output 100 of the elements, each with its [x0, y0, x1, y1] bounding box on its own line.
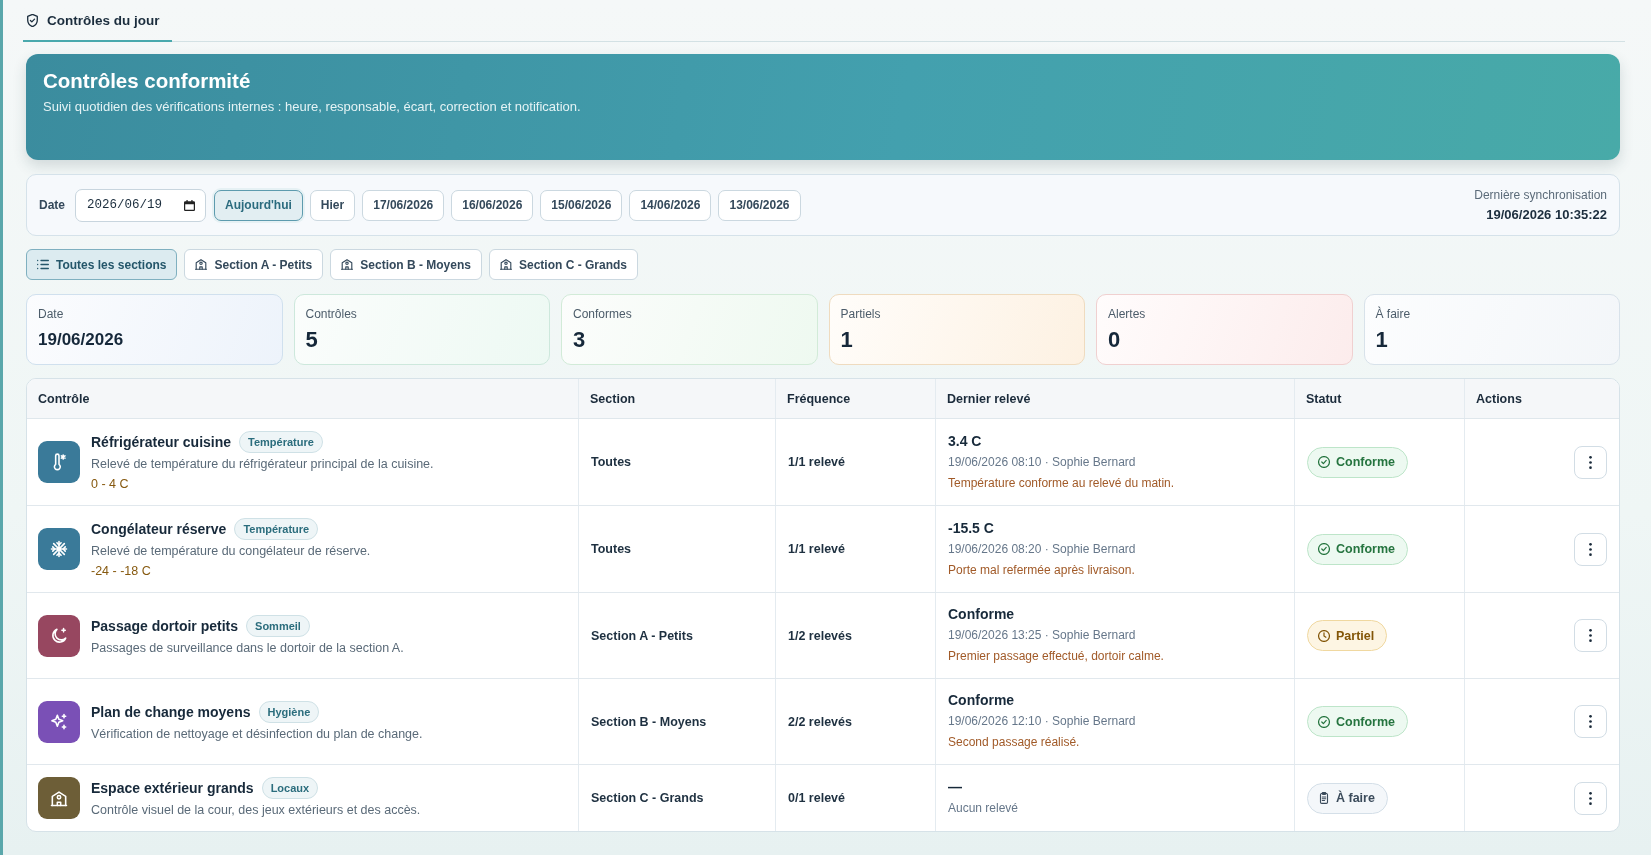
- section-name: Section A - Petits: [591, 628, 693, 643]
- column-header: Section: [590, 391, 636, 406]
- control-name: Plan de change moyens: [91, 703, 251, 720]
- frequency-text: 1/1 relevé: [788, 542, 845, 556]
- page-tab[interactable]: Contrôles du jour: [23, 0, 172, 42]
- last-reading-meta: 19/06/2026 12:10 · Sophie Bernard: [948, 713, 1136, 730]
- control-description: Contrôle visuel de la cour, des jeux extérieurs et des accès.: [91, 802, 421, 819]
- quick-date-button[interactable]: 17/06/2026: [362, 189, 445, 221]
- section-filter[interactable]: Section A - Petits: [184, 249, 324, 280]
- control-name: Congélateur réserve: [91, 521, 227, 537]
- last-reading-value: 3.4 C: [948, 431, 982, 451]
- row-actions-button[interactable]: [1574, 445, 1607, 479]
- page-subtitle: Suivi quotidien des vérifications internes : heure, responsable, écart, correction et notification.: [43, 99, 582, 114]
- more-icon: [1589, 715, 1592, 728]
- control-description: Relevé de température du congélateur de réserve.: [91, 543, 371, 560]
- last-reading-value: —: [948, 778, 962, 797]
- section-name: Toutes: [591, 455, 632, 469]
- status-badge: Partiel: [1307, 620, 1388, 651]
- section-filter[interactable]: Toutes les sections: [26, 249, 178, 280]
- category-tag: Hygiène: [258, 700, 320, 723]
- sync-label: Dernière synchronisation: [1474, 188, 1607, 202]
- sparkles-icon: [38, 700, 80, 743]
- column-header: Actions: [1476, 391, 1522, 406]
- stat-value: 1: [1375, 328, 1388, 352]
- category-tag: Locaux: [261, 777, 319, 799]
- quick-date-button[interactable]: Aujourd'hui: [214, 189, 303, 221]
- frequency-text: 1/1 relevé: [788, 455, 845, 469]
- more-icon: [1589, 542, 1592, 556]
- stat-label: Contrôles: [305, 307, 357, 321]
- last-reading-note: Second passage réalisé.: [948, 734, 1080, 751]
- column-header: Dernier relevé: [947, 391, 1031, 406]
- quick-date-button[interactable]: 16/06/2026: [451, 189, 534, 221]
- status-badge: Conforme: [1307, 533, 1409, 565]
- date-field[interactable]: 2026/06/19: [75, 188, 206, 222]
- last-reading-value: -15.5 C: [948, 518, 994, 538]
- control-name: Passage dortoir petits: [91, 617, 239, 634]
- quick-date-button[interactable]: 13/06/2026: [718, 189, 801, 221]
- building-icon: [195, 259, 208, 270]
- last-reading-note: Premier passage effectué, dortoir calme.: [948, 648, 1164, 665]
- section-filter[interactable]: Section C - Grands: [488, 249, 638, 280]
- sync-time: 19/06/2026 10:35:22: [1486, 207, 1607, 222]
- check-circle-icon: [1318, 456, 1330, 468]
- calendar-icon: [184, 199, 195, 211]
- frequency-text: 2/2 relevés: [788, 714, 852, 729]
- last-reading-meta: 19/06/2026 08:10 · Sophie Bernard: [948, 453, 1136, 471]
- building-icon: [38, 777, 80, 819]
- frequency-text: 0/1 relevé: [788, 791, 845, 805]
- stat-label: Alertes: [1108, 307, 1146, 321]
- more-icon: [1589, 455, 1592, 469]
- stat-value: 3: [573, 328, 586, 352]
- control-name: Réfrigérateur cuisine: [91, 434, 232, 450]
- clipboard-icon: [1318, 792, 1330, 804]
- category-tag: Sommeil: [246, 614, 310, 637]
- last-reading-meta: Aucun relevé: [948, 800, 1019, 817]
- target-range: 0 - 4 C: [91, 476, 129, 493]
- snowflake-icon: [38, 528, 80, 570]
- stat-label: Partiels: [840, 307, 881, 321]
- last-reading-note: Porte mal refermée après livraison.: [948, 561, 1135, 579]
- check-circle-icon: [1318, 543, 1330, 555]
- category-tag: Température: [239, 431, 323, 453]
- quick-date-button[interactable]: Hier: [309, 189, 356, 221]
- control-name: Espace extérieur grands: [91, 780, 254, 796]
- thermometer-icon: [38, 441, 80, 483]
- moon-icon: [38, 614, 80, 657]
- stat-value: 0: [1108, 328, 1121, 352]
- quick-date-button[interactable]: 15/06/2026: [540, 189, 623, 221]
- stat-label: Conformes: [573, 307, 632, 321]
- building-icon: [341, 259, 354, 270]
- section-filter[interactable]: Section B - Moyens: [330, 249, 482, 280]
- clock-icon: [1318, 629, 1330, 642]
- shield-icon: [27, 13, 38, 27]
- stat-label: À faire: [1375, 307, 1411, 321]
- section-name: Toutes: [591, 542, 632, 556]
- status-badge: À faire: [1307, 782, 1388, 814]
- column-header: Fréquence: [787, 391, 851, 406]
- more-icon: [1589, 791, 1592, 805]
- category-tag: Température: [234, 518, 319, 540]
- last-reading-note: Température conforme au relevé du matin.: [948, 474, 1175, 492]
- stat-label: Date: [38, 307, 64, 321]
- row-actions-button[interactable]: [1574, 619, 1607, 652]
- last-reading-meta: 19/06/2026 13:25 · Sophie Bernard: [948, 627, 1136, 644]
- building-icon: [499, 259, 512, 270]
- row-actions-button[interactable]: [1574, 781, 1607, 815]
- frequency-text: 1/2 relevés: [788, 628, 852, 643]
- row-actions-button[interactable]: [1574, 532, 1607, 566]
- row-actions-button[interactable]: [1574, 705, 1607, 738]
- quick-date-button[interactable]: 14/06/2026: [629, 189, 712, 221]
- column-header: Statut: [1306, 391, 1342, 406]
- control-description: Relevé de température du réfrigérateur principal de la cuisine.: [91, 456, 434, 473]
- target-range: -24 - -18 C: [91, 563, 151, 580]
- stat-value: 19/06/2026: [38, 329, 124, 351]
- stat-value: 5: [305, 328, 318, 352]
- control-description: Passages de surveillance dans le dortoir de la section A.: [91, 639, 404, 657]
- column-header: Contrôle: [38, 391, 90, 406]
- more-icon: [1589, 629, 1592, 642]
- status-badge: Conforme: [1307, 706, 1409, 737]
- list-icon: [37, 259, 49, 270]
- stat-value: 1: [840, 328, 853, 352]
- section-name: Section B - Moyens: [591, 714, 707, 729]
- last-reading-value: Conforme: [948, 605, 1015, 624]
